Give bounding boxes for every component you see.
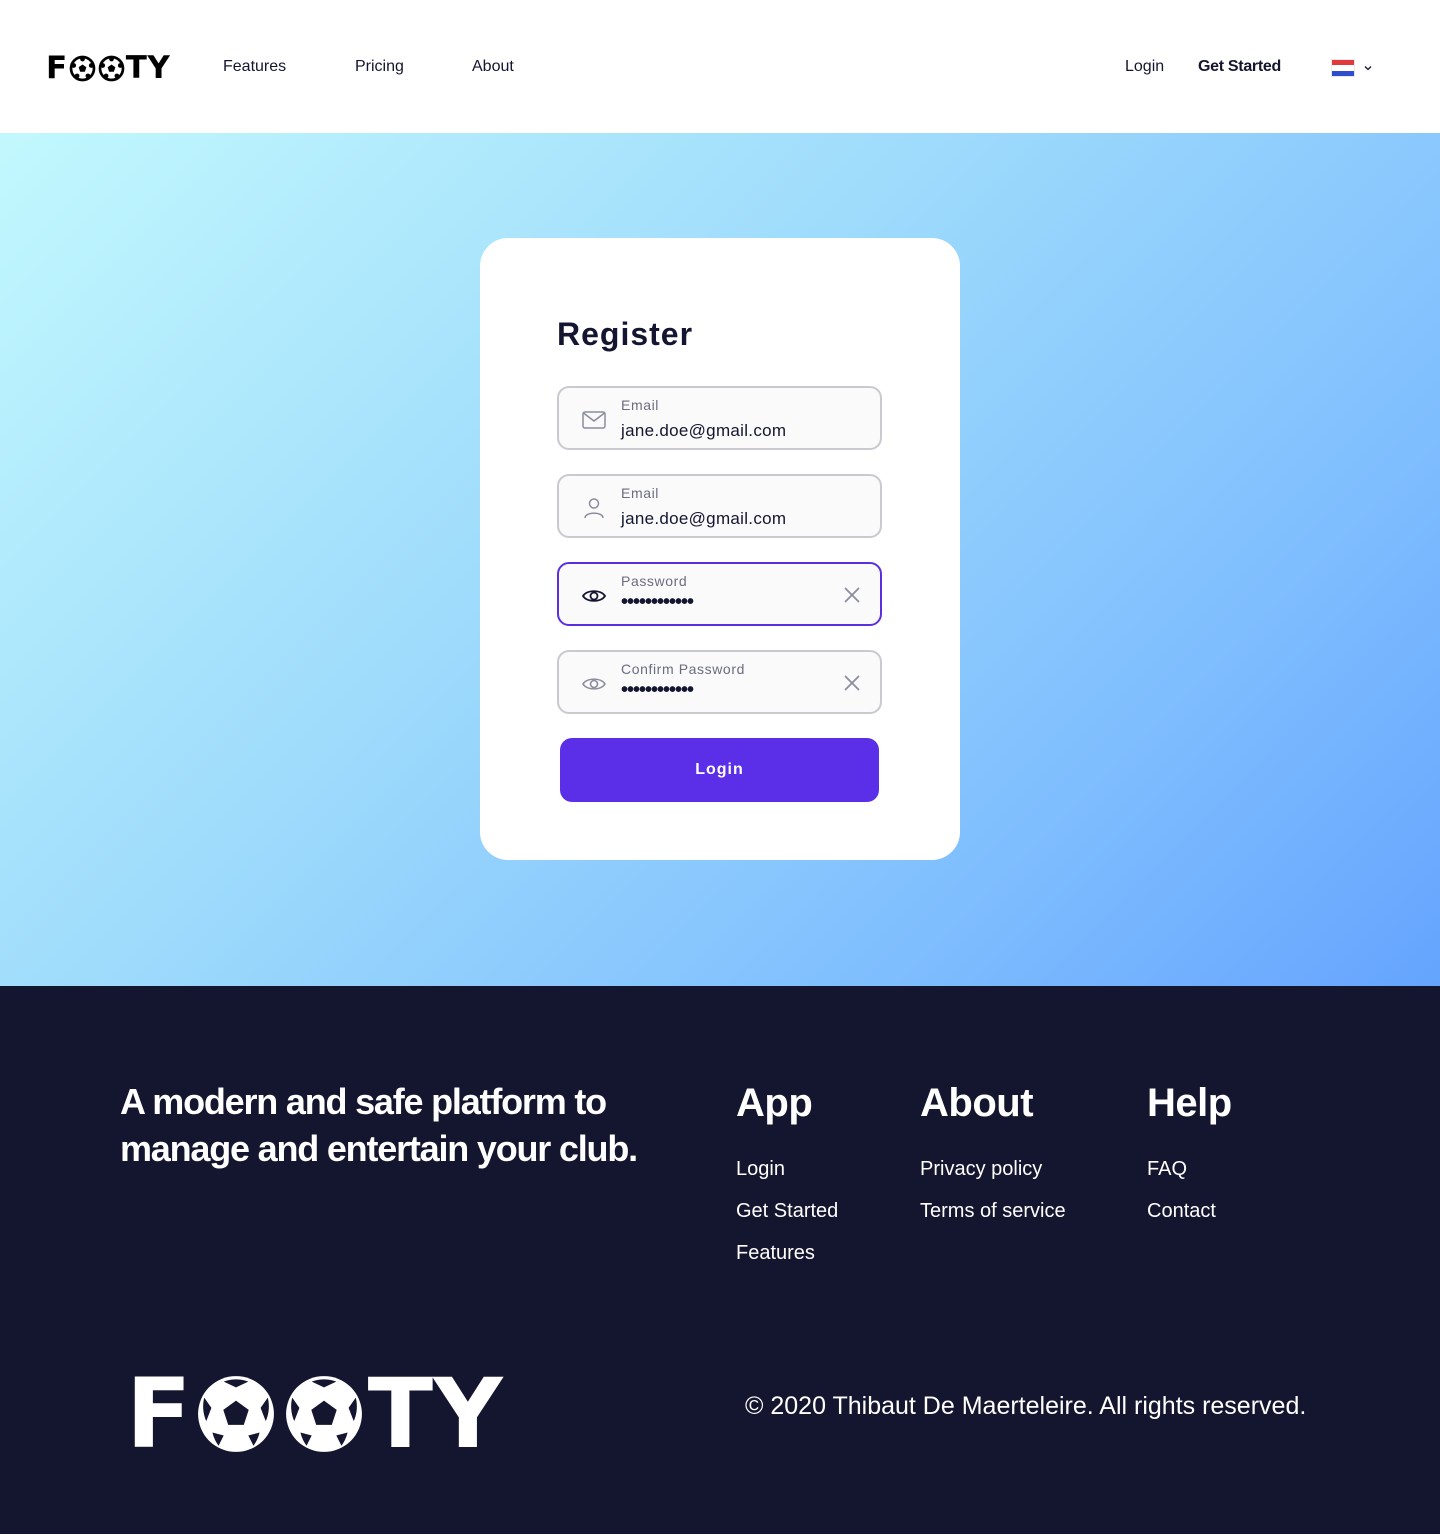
footer-column-about: About Privacy policy Terms of service — [920, 1081, 1066, 1240]
mail-icon — [582, 411, 606, 429]
netherlands-flag-icon — [1331, 59, 1355, 77]
password-field[interactable]: Password •••••••••••• — [557, 562, 882, 626]
username-field-value[interactable]: jane.doe@gmail.com — [621, 509, 786, 529]
footer-column-title: Help — [1147, 1081, 1232, 1125]
footer-link-faq[interactable]: FAQ — [1147, 1156, 1232, 1183]
football-icon — [69, 55, 96, 81]
get-started-link[interactable]: Get Started — [1198, 58, 1281, 76]
footer-link-contact[interactable]: Contact — [1147, 1198, 1232, 1225]
eye-icon[interactable] — [581, 583, 607, 609]
email-field-value[interactable]: jane.doe@gmail.com — [621, 421, 786, 441]
footer-link-privacy-policy[interactable]: Privacy policy — [920, 1156, 1066, 1183]
footy-logo[interactable]: F TY — [46, 50, 171, 86]
nav-pricing[interactable]: Pricing — [355, 58, 404, 76]
site-header: F TY Features Pricing About Login Get St… — [0, 0, 1440, 133]
footer-column-help: Help FAQ Contact — [1147, 1081, 1232, 1240]
header-login-link[interactable]: Login — [1125, 58, 1164, 76]
user-icon — [584, 498, 604, 519]
logo-letter-f: F — [126, 1358, 192, 1470]
email-field[interactable]: Email jane.doe@gmail.com — [557, 386, 882, 450]
password-field-value[interactable]: •••••••••••• — [621, 591, 694, 614]
username-field-label: Email — [621, 485, 660, 501]
footer-link-get-started[interactable]: Get Started — [736, 1198, 838, 1225]
footer-footy-logo[interactable]: F TY — [126, 1366, 503, 1462]
logo-letter-f: F — [46, 50, 68, 86]
nav-features[interactable]: Features — [223, 58, 286, 76]
football-icon — [197, 1376, 274, 1452]
footer-column-title: App — [736, 1081, 813, 1125]
username-field[interactable]: Email jane.doe@gmail.com — [557, 474, 882, 538]
language-selector[interactable] — [1331, 59, 1373, 77]
footer-column-app: App Login Get Started Features — [736, 1081, 838, 1282]
confirm-password-field-label: Confirm Password — [621, 661, 745, 677]
football-icon — [98, 55, 125, 81]
footer-tagline: A modern and safe platform to manage and… — [120, 1081, 638, 1169]
register-title: Register — [557, 316, 694, 352]
eye-icon[interactable] — [581, 671, 607, 697]
close-icon[interactable] — [842, 585, 862, 605]
logo-letters-ty: TY — [367, 1358, 503, 1470]
close-icon[interactable] — [842, 673, 862, 693]
logo-letters-ty: TY — [125, 50, 171, 86]
footer-link-login[interactable]: Login — [736, 1156, 838, 1183]
footer-link-terms-of-service[interactable]: Terms of service — [920, 1198, 1066, 1225]
hero-section: Register Email jane.doe@gmail.com Email … — [0, 133, 1440, 986]
password-field-label: Password — [621, 573, 688, 589]
football-icon — [285, 1376, 362, 1452]
confirm-password-field[interactable]: Confirm Password •••••••••••• — [557, 650, 882, 714]
chevron-down-icon — [1364, 66, 1372, 71]
footer-link-features[interactable]: Features — [736, 1240, 838, 1267]
footer-column-title: About — [920, 1081, 1034, 1125]
nav-about[interactable]: About — [472, 58, 514, 76]
register-card: Register Email jane.doe@gmail.com Email … — [480, 238, 960, 860]
login-button[interactable]: Login — [560, 738, 879, 802]
copyright-text: © 2020 Thibaut De Maerteleire. All right… — [745, 1392, 1307, 1420]
site-footer: A modern and safe platform to manage and… — [0, 986, 1440, 1534]
confirm-password-field-value[interactable]: •••••••••••• — [621, 679, 694, 702]
email-field-label: Email — [621, 397, 660, 413]
